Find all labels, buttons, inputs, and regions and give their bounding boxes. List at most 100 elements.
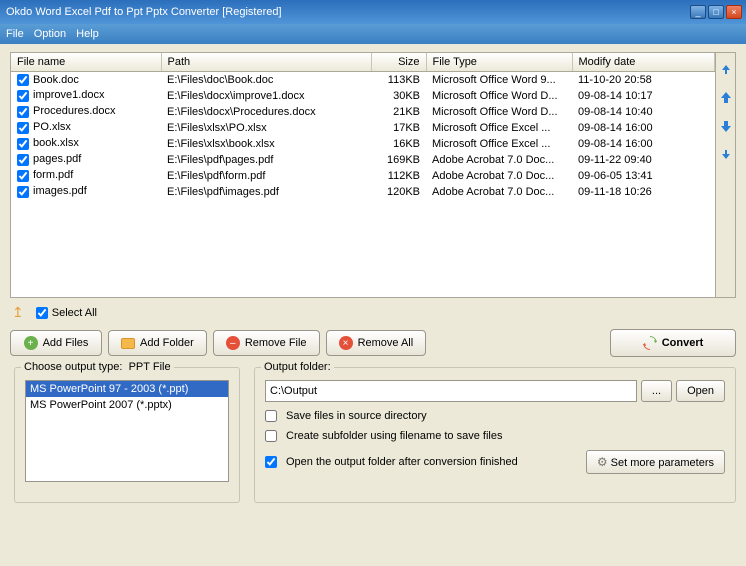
convert-button[interactable]: Convert [610, 329, 736, 357]
open-after-checkbox[interactable] [265, 456, 277, 468]
file-name: Procedures.docx [33, 105, 116, 117]
list-item[interactable]: MS PowerPoint 97 - 2003 (*.ppt) [26, 381, 228, 397]
menu-option[interactable]: Option [34, 28, 66, 40]
save-source-label: Save files in source directory [286, 410, 427, 422]
file-size: 112KB [371, 168, 426, 184]
file-table: File name Path Size File Type Modify dat… [11, 53, 715, 200]
file-type: Adobe Acrobat 7.0 Doc... [426, 184, 572, 200]
output-folder-fieldset: Output folder: ... Open Save files in so… [254, 367, 736, 503]
file-name: images.pdf [33, 185, 87, 197]
table-row[interactable]: pages.pdf E:\Files\pdf\pages.pdf169KBAdob… [11, 152, 715, 168]
table-row[interactable]: PO.xlsxE:\Files\xlsx\PO.xlsx17KBMicrosof… [11, 120, 715, 136]
close-button[interactable]: × [726, 5, 742, 19]
list-item[interactable]: MS PowerPoint 2007 (*.pptx) [26, 397, 228, 413]
table-row[interactable]: book.xlsxE:\Files\xlsx\book.xlsx16KBMicr… [11, 136, 715, 152]
file-date: 11-10-20 20:58 [572, 72, 715, 88]
format-listbox[interactable]: MS PowerPoint 97 - 2003 (*.ppt)MS PowerP… [25, 380, 229, 482]
reorder-toolbar [715, 53, 735, 297]
file-size: 169KB [371, 152, 426, 168]
row-checkbox[interactable] [17, 138, 29, 150]
move-down-icon[interactable] [719, 119, 733, 136]
table-header-row: File name Path Size File Type Modify dat… [11, 53, 715, 72]
table-row[interactable]: Book.doc E:\Files\doc\Book.doc113KBMicros… [11, 72, 715, 88]
menubar: File Option Help [0, 24, 746, 44]
header-size[interactable]: Size [371, 53, 426, 72]
row-checkbox[interactable] [17, 74, 29, 86]
minus-icon: – [226, 336, 240, 350]
file-size: 30KB [371, 88, 426, 104]
browse-button[interactable]: ... [641, 380, 672, 402]
output-type-label: Choose output type: PPT File [21, 361, 174, 373]
up-folder-icon[interactable]: ↥ [12, 304, 24, 321]
file-path: E:\Files\doc\Book.doc [161, 72, 371, 88]
plus-icon: + [24, 336, 38, 350]
remove-all-button[interactable]: × Remove All [326, 330, 427, 356]
create-subfolder-checkbox[interactable] [265, 430, 277, 442]
file-size: 113KB [371, 72, 426, 88]
file-name: book.xlsx [33, 137, 79, 149]
output-type-fieldset: Choose output type: PPT File MS PowerPoi… [14, 367, 240, 503]
file-date: 09-08-14 16:00 [572, 120, 715, 136]
maximize-button[interactable]: □ [708, 5, 724, 19]
file-type: Adobe Acrobat 7.0 Doc... [426, 152, 572, 168]
select-all-label: Select All [52, 307, 97, 319]
file-name: form.pdf [33, 169, 73, 181]
row-checkbox[interactable] [17, 186, 29, 198]
minimize-button[interactable]: _ [690, 5, 706, 19]
file-path: E:\Files\docx\improve1.docx [161, 88, 371, 104]
output-folder-input[interactable] [265, 380, 637, 402]
move-up-icon[interactable] [719, 90, 733, 107]
gear-icon: ⚙ [597, 455, 608, 469]
add-folder-button[interactable]: Add Folder [108, 330, 207, 356]
header-date[interactable]: Modify date [572, 53, 715, 72]
open-folder-button[interactable]: Open [676, 380, 725, 402]
file-path: E:\Files\xlsx\book.xlsx [161, 136, 371, 152]
header-path[interactable]: Path [161, 53, 371, 72]
open-after-label: Open the output folder after conversion … [286, 456, 518, 468]
file-name: Book.doc [33, 74, 79, 86]
row-checkbox[interactable] [17, 90, 29, 102]
file-name: pages.pdf [33, 153, 81, 165]
file-path: E:\Files\pdf\form.pdf [161, 168, 371, 184]
table-row[interactable]: images.pdf E:\Files\pdf\images.pdf120KBAd… [11, 184, 715, 200]
move-top-icon[interactable] [719, 61, 733, 78]
table-row[interactable]: Procedures.docx E:\Files\docx\Procedures.… [11, 104, 715, 120]
file-type: Microsoft Office Word 9... [426, 72, 572, 88]
remove-file-button[interactable]: – Remove File [213, 330, 320, 356]
row-checkbox[interactable] [17, 122, 29, 134]
select-all-checkbox[interactable] [36, 307, 48, 319]
table-row[interactable]: form.pdfE:\Files\pdf\form.pdf112KBAdobe … [11, 168, 715, 184]
file-size: 120KB [371, 184, 426, 200]
file-date: 09-08-14 16:00 [572, 136, 715, 152]
file-path: E:\Files\pdf\pages.pdf [161, 152, 371, 168]
add-files-button[interactable]: + Add Files [10, 330, 102, 356]
file-path: E:\Files\pdf\images.pdf [161, 184, 371, 200]
table-row[interactable]: improve1.docx E:\Files\docx\improve1.docx… [11, 88, 715, 104]
file-type: Microsoft Office Word D... [426, 88, 572, 104]
menu-file[interactable]: File [6, 28, 24, 40]
file-name: improve1.docx [33, 89, 105, 101]
file-date: 09-11-22 09:40 [572, 152, 715, 168]
row-checkbox[interactable] [17, 106, 29, 118]
row-checkbox[interactable] [17, 154, 29, 166]
file-type: Microsoft Office Excel ... [426, 136, 572, 152]
x-icon: × [339, 336, 353, 350]
output-folder-label: Output folder: [261, 361, 334, 373]
move-bottom-icon[interactable] [719, 148, 733, 165]
set-more-parameters-button[interactable]: ⚙ Set more parameters [586, 450, 725, 474]
header-type[interactable]: File Type [426, 53, 572, 72]
file-size: 17KB [371, 120, 426, 136]
file-date: 09-06-05 13:41 [572, 168, 715, 184]
save-source-checkbox[interactable] [265, 410, 277, 422]
menu-help[interactable]: Help [76, 28, 99, 40]
file-date: 09-08-14 10:17 [572, 88, 715, 104]
window-title: Okdo Word Excel Pdf to Ppt Pptx Converte… [4, 6, 688, 18]
file-path: E:\Files\docx\Procedures.docx [161, 104, 371, 120]
file-date: 09-08-14 10:40 [572, 104, 715, 120]
header-name[interactable]: File name [11, 53, 161, 72]
convert-icon [643, 336, 657, 350]
row-checkbox[interactable] [17, 170, 29, 182]
create-subfolder-label: Create subfolder using filename to save … [286, 430, 502, 442]
file-name: PO.xlsx [33, 121, 71, 133]
file-size: 21KB [371, 104, 426, 120]
